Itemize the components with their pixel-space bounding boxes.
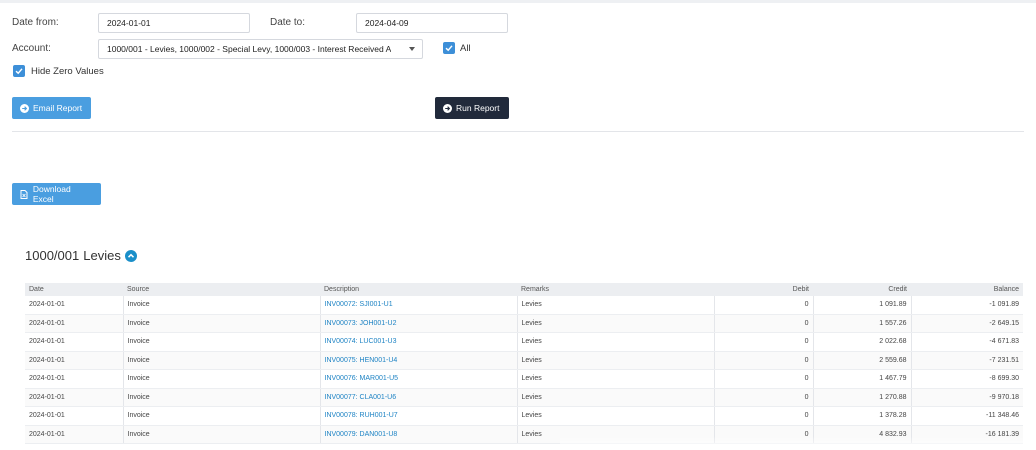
cell-debit: 0 — [714, 332, 814, 352]
cell-description-link[interactable]: INV00074: LUC001-U3 — [320, 332, 518, 352]
cell-balance: -4 671.83 — [911, 332, 1023, 352]
cell-description-link[interactable]: INV00075: HEN001-U4 — [320, 351, 518, 370]
cell-balance: -7 231.51 — [911, 351, 1023, 370]
cell-description-link[interactable]: INV00076: MAR001-U5 — [320, 369, 518, 389]
table-row: 2024-01-01 Invoice INV00076: MAR001-U5 L… — [25, 369, 1023, 389]
cell-remarks: Levies — [517, 314, 715, 333]
check-icon — [445, 45, 453, 52]
run-report-button[interactable]: Run Report — [435, 97, 509, 119]
cell-remarks: Levies — [517, 369, 715, 389]
email-report-label: Email Report — [33, 103, 83, 113]
cell-credit: 2 022.68 — [813, 332, 912, 352]
cell-remarks: Levies — [517, 388, 715, 407]
cell-credit: 2 559.68 — [813, 351, 912, 370]
download-excel-label: Download Excel — [32, 184, 71, 204]
cell-source: Invoice — [123, 332, 321, 352]
all-label: All — [460, 43, 471, 54]
cell-debit: 0 — [714, 296, 814, 315]
cell-source: Invoice — [123, 296, 321, 315]
cell-remarks: Levies — [517, 351, 715, 370]
all-checkbox[interactable] — [443, 42, 455, 54]
arrow-right-circle-icon — [20, 103, 29, 113]
table-row: 2024-01-01 Invoice INV00078: RUH001-U7 L… — [25, 406, 1023, 426]
column-header-balance[interactable]: Balance — [911, 283, 1023, 296]
cell-date: 2024-01-01 — [25, 332, 124, 352]
cell-source: Invoice — [123, 388, 321, 407]
cell-debit: 0 — [714, 406, 814, 426]
cell-date: 2024-01-01 — [25, 296, 124, 315]
cell-source: Invoice — [123, 369, 321, 389]
column-header-description[interactable]: Description — [320, 283, 517, 296]
cell-description-link[interactable]: INV00077: CLA001-U6 — [320, 388, 518, 407]
column-header-remarks[interactable]: Remarks — [517, 283, 714, 296]
date-to-label: Date to: — [270, 17, 306, 28]
cell-date: 2024-01-01 — [25, 314, 124, 333]
column-header-credit[interactable]: Credit — [813, 283, 911, 296]
cell-credit: 1 270.88 — [813, 388, 912, 407]
table-row: 2024-01-01 Invoice INV00075: HEN001-U4 L… — [25, 351, 1023, 370]
cell-date: 2024-01-01 — [25, 351, 124, 370]
column-header-date[interactable]: Date — [25, 283, 123, 296]
hide-zero-label: Hide Zero Values — [31, 66, 104, 77]
date-from-input[interactable]: 2024-01-01 — [98, 13, 250, 33]
table-row: 2024-01-01 Invoice INV00073: JOH001-U2 L… — [25, 314, 1023, 333]
top-border — [0, 0, 1036, 3]
cell-source: Invoice — [123, 406, 321, 426]
section-code: 1000/001 — [25, 248, 80, 263]
account-label: Account: — [12, 43, 51, 54]
section-title: 1000/001 Levies — [25, 248, 137, 263]
download-excel-button[interactable]: Download Excel — [12, 183, 101, 205]
run-report-label: Run Report — [456, 103, 500, 113]
email-report-button[interactable]: Email Report — [12, 97, 91, 119]
cell-balance: -2 649.15 — [911, 314, 1023, 333]
cell-remarks: Levies — [517, 332, 715, 352]
cell-credit: 1 557.26 — [813, 314, 912, 333]
chevron-down-icon — [409, 47, 415, 51]
column-header-source[interactable]: Source — [123, 283, 320, 296]
cell-date: 2024-01-01 — [25, 406, 124, 426]
cell-debit: 0 — [714, 388, 814, 407]
cell-date: 2024-01-01 — [25, 369, 124, 389]
cell-credit: 1 378.28 — [813, 406, 912, 426]
column-header-debit[interactable]: Debit — [714, 283, 813, 296]
cell-debit: 0 — [714, 351, 814, 370]
divider — [12, 131, 1024, 132]
cell-balance: -1 091.89 — [911, 296, 1023, 315]
section-name: Levies — [83, 248, 121, 263]
ledger-table: Date Source Description Remarks Debit Cr… — [25, 283, 1023, 444]
date-from-label: Date from: — [12, 17, 59, 28]
account-select[interactable]: 1000/001 - Levies, 1000/002 - Special Le… — [98, 39, 423, 59]
cell-remarks: Levies — [517, 296, 715, 315]
cell-description-link[interactable]: INV00073: JOH001-U2 — [320, 314, 518, 333]
cell-date: 2024-01-01 — [25, 425, 124, 444]
bottom-fade-overlay — [560, 436, 1036, 450]
hide-zero-checkbox[interactable] — [13, 65, 25, 77]
cell-source: Invoice — [123, 314, 321, 333]
cell-source: Invoice — [123, 425, 321, 444]
cell-credit: 1 467.79 — [813, 369, 912, 389]
cell-credit: 1 091.89 — [813, 296, 912, 315]
table-row: 2024-01-01 Invoice INV00077: CLA001-U6 L… — [25, 388, 1023, 407]
table-row: 2024-01-01 Invoice INV00074: LUC001-U3 L… — [25, 332, 1023, 352]
cell-debit: 0 — [714, 369, 814, 389]
cell-remarks: Levies — [517, 406, 715, 426]
cell-balance: -9 970.18 — [911, 388, 1023, 407]
table-header-row: Date Source Description Remarks Debit Cr… — [25, 283, 1023, 296]
cell-balance: -11 348.46 — [911, 406, 1023, 426]
arrow-right-circle-icon — [443, 103, 452, 113]
collapse-toggle-icon[interactable] — [124, 249, 137, 262]
cell-balance: -8 699.30 — [911, 369, 1023, 389]
file-excel-icon — [20, 189, 29, 199]
table-row: 2024-01-01 Invoice INV00072: SJI001-U1 L… — [25, 296, 1023, 315]
cell-debit: 0 — [714, 314, 814, 333]
check-icon — [15, 68, 23, 75]
cell-description-link[interactable]: INV00078: RUH001-U7 — [320, 406, 518, 426]
account-select-value: 1000/001 - Levies, 1000/002 - Special Le… — [107, 44, 392, 54]
cell-source: Invoice — [123, 351, 321, 370]
cell-description-link[interactable]: INV00072: SJI001-U1 — [320, 296, 518, 315]
cell-date: 2024-01-01 — [25, 388, 124, 407]
date-to-input[interactable]: 2024-04-09 — [356, 13, 508, 33]
cell-description-link[interactable]: INV00079: DAN001-U8 — [320, 425, 518, 444]
